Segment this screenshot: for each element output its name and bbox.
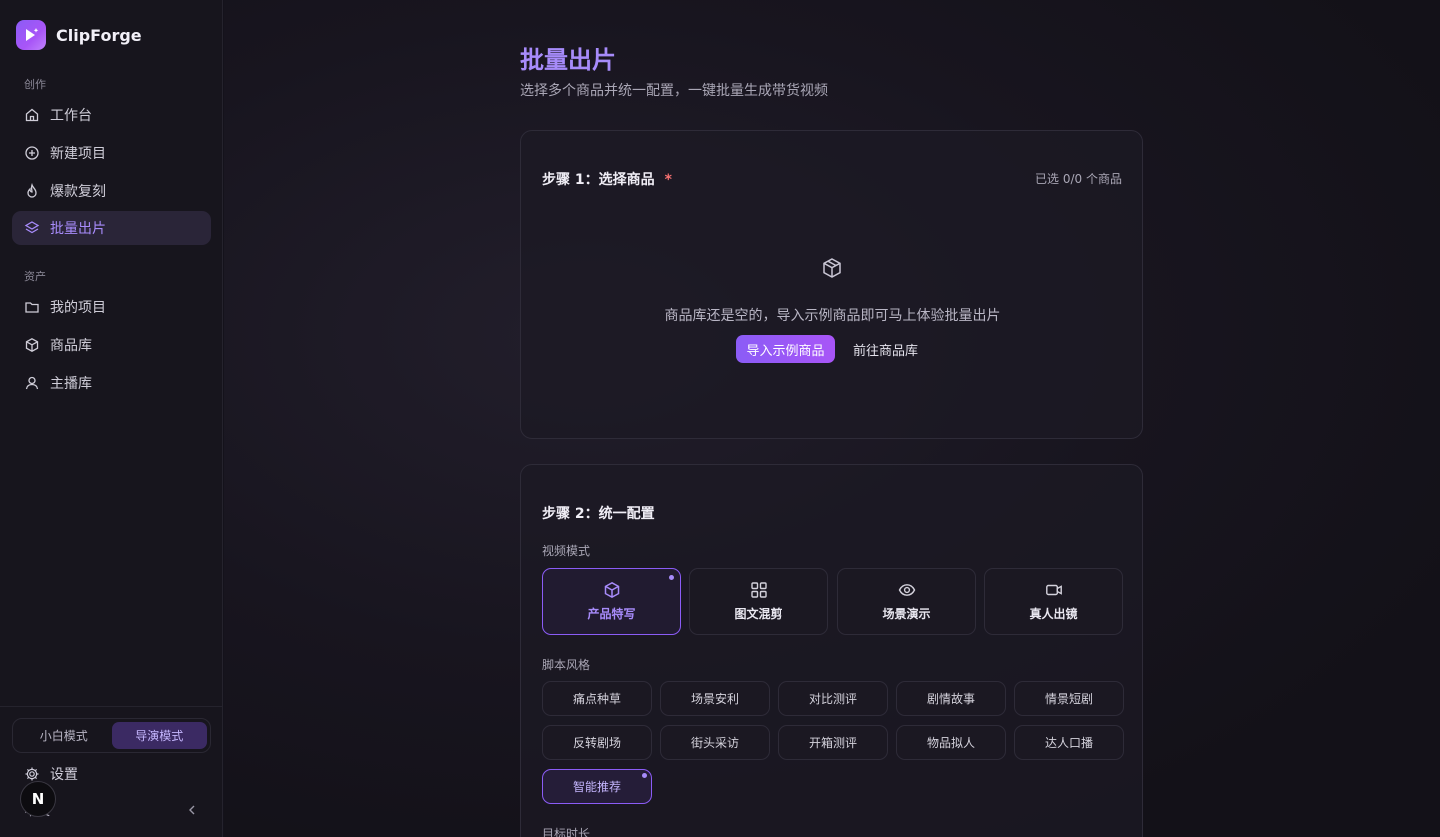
sidebar-divider bbox=[0, 706, 223, 707]
video-mode-product-closeup[interactable]: 产品特写 bbox=[542, 568, 681, 635]
eye-icon bbox=[898, 584, 915, 596]
script-style-chip[interactable]: 反转剧场 bbox=[542, 725, 652, 760]
step1-title-text: 步骤 1：选择商品 bbox=[542, 172, 655, 188]
video-icon bbox=[1045, 584, 1062, 596]
sidebar-item-label: 工作台 bbox=[50, 108, 92, 124]
sidebar-item-batch-output[interactable]: 批量出片 bbox=[12, 211, 211, 245]
sidebar-item-label: 我的项目 bbox=[50, 300, 106, 316]
sidebar-item-label: 新建项目 bbox=[50, 146, 106, 162]
user-icon bbox=[24, 375, 40, 391]
sidebar: ClipForge 创作 工作台 新建项目 爆款复刻 批量出片 资产 我的项目 bbox=[0, 0, 223, 837]
script-style-chip[interactable]: 物品拟人 bbox=[896, 725, 1006, 760]
selected-dot bbox=[642, 773, 647, 778]
script-style-chip[interactable]: 开箱测评 bbox=[778, 725, 888, 760]
app-name: ClipForge bbox=[56, 25, 142, 45]
script-style-chip[interactable]: 达人口播 bbox=[1014, 725, 1124, 760]
required-mark: * bbox=[664, 172, 672, 188]
script-style-chip[interactable]: 剧情故事 bbox=[896, 681, 1006, 716]
grid-icon bbox=[750, 582, 767, 598]
folder-icon bbox=[24, 299, 40, 315]
page-title: 批量出片 bbox=[520, 46, 616, 74]
script-style-chip[interactable]: 场景安利 bbox=[660, 681, 770, 716]
script-style-chip[interactable]: 对比测评 bbox=[778, 681, 888, 716]
video-mode-label-text: 图文混剪 bbox=[734, 607, 783, 621]
package-icon bbox=[24, 337, 40, 353]
script-style-chip[interactable]: 情景短剧 bbox=[1014, 681, 1124, 716]
plus-circle-icon bbox=[24, 145, 40, 161]
sidebar-item-new-project[interactable]: 新建项目 bbox=[12, 136, 211, 170]
brand[interactable]: ClipForge bbox=[16, 19, 142, 51]
script-style-chip-smart-recommend[interactable]: 智能推荐 bbox=[542, 769, 652, 804]
clipforge-logo-icon bbox=[16, 20, 46, 50]
step1-title: 步骤 1：选择商品 * bbox=[542, 169, 672, 189]
collapse-sidebar-icon[interactable] bbox=[185, 803, 199, 817]
video-mode-label-text: 产品特写 bbox=[587, 607, 636, 621]
sidebar-item-product-library[interactable]: 商品库 bbox=[12, 328, 211, 362]
mode-option-director[interactable]: 导演模式 bbox=[111, 722, 207, 749]
video-mode-real-person[interactable]: 真人出镜 bbox=[984, 568, 1123, 635]
sidebar-item-viral-replicate[interactable]: 爆款复刻 bbox=[12, 174, 211, 208]
video-mode-label-text: 真人出镜 bbox=[1029, 607, 1078, 621]
flame-icon bbox=[24, 183, 40, 199]
layers-icon bbox=[24, 220, 40, 236]
empty-state-text: 商品库还是空的，导入示例商品即可马上体验批量出片 bbox=[664, 308, 1001, 324]
settings-label: 设置 bbox=[50, 767, 78, 783]
sidebar-item-host-library[interactable]: 主播库 bbox=[12, 366, 211, 400]
home-icon bbox=[24, 107, 40, 123]
video-mode-scene-demo[interactable]: 场景演示 bbox=[837, 568, 976, 635]
sidebar-item-label: 商品库 bbox=[50, 338, 92, 354]
sidebar-item-workbench[interactable]: 工作台 bbox=[12, 98, 211, 132]
section-label-create: 创作 bbox=[24, 78, 46, 91]
script-style-chip-label: 智能推荐 bbox=[572, 780, 621, 794]
avatar[interactable]: N bbox=[20, 781, 56, 817]
step2-title: 步骤 2：统一配置 bbox=[542, 506, 655, 522]
import-sample-button[interactable]: 导入示例商品 bbox=[736, 335, 835, 363]
main-content: 批量出片 选择多个商品并统一配置，一键批量生成带货视频 步骤 1：选择商品 * 已… bbox=[224, 0, 1440, 837]
go-product-library-button[interactable]: 前往商品库 bbox=[843, 335, 928, 363]
step2-card: 步骤 2：统一配置 视频模式 产品特写 图文混剪 场景演示 真人出镜 脚本风格 … bbox=[520, 464, 1143, 837]
selected-count: 已选 0/0 个商品 bbox=[1035, 172, 1122, 186]
sidebar-item-label: 爆款复刻 bbox=[50, 184, 106, 200]
script-style-chip[interactable]: 痛点种草 bbox=[542, 681, 652, 716]
sidebar-item-label: 主播库 bbox=[50, 376, 92, 392]
sidebar-item-label: 批量出片 bbox=[50, 221, 106, 237]
mode-option-beginner[interactable]: 小白模式 bbox=[16, 722, 112, 749]
video-mode-label-text: 场景演示 bbox=[882, 607, 931, 621]
sidebar-item-my-projects[interactable]: 我的项目 bbox=[12, 290, 211, 324]
gear-icon bbox=[25, 767, 39, 781]
page-subtitle: 选择多个商品并统一配置，一键批量生成带货视频 bbox=[520, 83, 828, 99]
script-style-label: 脚本风格 bbox=[542, 658, 591, 672]
section-label-assets: 资产 bbox=[24, 270, 46, 283]
package-icon bbox=[823, 258, 841, 278]
video-mode-image-text-mix[interactable]: 图文混剪 bbox=[689, 568, 828, 635]
script-style-chip[interactable]: 街头采访 bbox=[660, 725, 770, 760]
video-mode-label: 视频模式 bbox=[542, 544, 591, 558]
target-duration-label: 目标时长 bbox=[542, 827, 591, 837]
step1-card: 步骤 1：选择商品 * 已选 0/0 个商品 商品库还是空的，导入示例商品即可马上… bbox=[520, 130, 1143, 439]
cube-icon bbox=[604, 581, 619, 599]
selected-dot bbox=[669, 575, 674, 580]
mode-toggle: 小白模式 导演模式 bbox=[12, 718, 211, 753]
